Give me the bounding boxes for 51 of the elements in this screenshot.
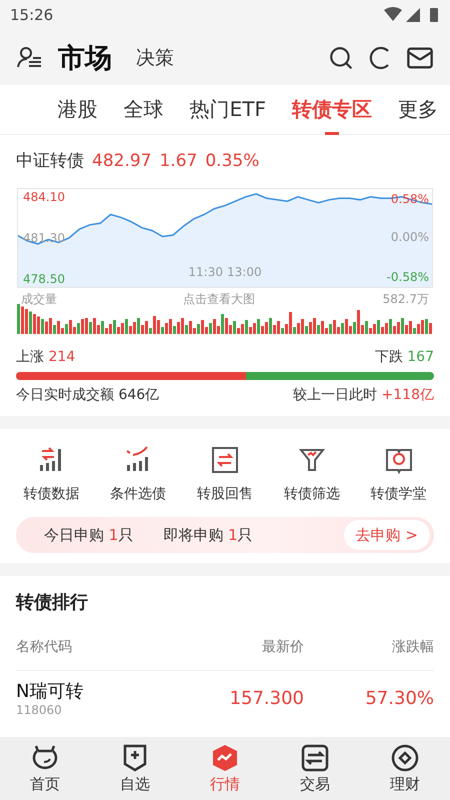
swap-icon xyxy=(210,445,240,475)
bond-name[interactable]: N瑞可转 xyxy=(16,679,194,703)
market-tab[interactable]: 转债专区 xyxy=(292,84,372,135)
axis-label: -0.58% xyxy=(386,270,429,284)
trade-icon xyxy=(300,743,330,773)
nav-tab[interactable]: 首页 xyxy=(10,743,80,794)
shortcut-button[interactable]: 转债数据 xyxy=(23,445,80,503)
shortcut-button[interactable]: 条件选债 xyxy=(110,445,166,503)
turnover-text: 今日实时成交额 646亿 xyxy=(16,386,160,404)
index-change: 1.67 xyxy=(159,151,198,171)
subscribe-button[interactable]: 去申购 > xyxy=(344,520,430,550)
search-icon[interactable] xyxy=(328,44,354,70)
volume-label: 成交量 xyxy=(21,291,57,308)
column-header: 涨跌幅 xyxy=(391,638,434,656)
time-label: 11:30 xyxy=(188,265,223,279)
bond-code: 118060 xyxy=(16,703,63,717)
nav-tab[interactable]: 交易 xyxy=(280,743,350,794)
index-name: 中证转债 xyxy=(16,150,84,172)
decision-tab[interactable]: 决策 xyxy=(136,44,174,70)
nav-tab[interactable]: 自选 xyxy=(100,743,170,794)
market-tab[interactable]: 热门ETF xyxy=(190,84,266,135)
nav-tab[interactable]: 理财 xyxy=(370,743,440,794)
time-label: 13:00 xyxy=(227,265,262,279)
bond-change: 57.30% xyxy=(364,688,434,708)
shortcut-button[interactable]: 转债学堂 xyxy=(370,445,427,503)
status-time: 15:26 xyxy=(10,6,54,24)
market-icon xyxy=(210,743,240,773)
section-title: 转债排行 xyxy=(16,591,89,615)
wealth-icon xyxy=(390,743,420,773)
market-tab[interactable]: 全球 xyxy=(124,84,164,135)
column-header: 名称代码 xyxy=(16,638,73,656)
today-subscription: 今日申购 1只 xyxy=(44,526,134,544)
market-tab[interactable]: 港股 xyxy=(58,84,98,135)
market-tab[interactable]: 更多 xyxy=(398,84,438,135)
axis-label: 484.10 xyxy=(23,190,65,204)
refresh-icon[interactable] xyxy=(368,44,392,70)
status-icons-drawing xyxy=(384,7,440,23)
axis-label: 0.00% xyxy=(390,230,429,244)
index-price: 482.97 xyxy=(92,151,152,171)
bond-price: 157.300 xyxy=(228,688,304,708)
upcoming-subscription: 即将申购 1只 xyxy=(163,526,253,544)
turnover-compare: 较上一日此时 +118亿 xyxy=(293,386,434,404)
column-header: 最新价 xyxy=(261,638,304,656)
shortcut-button[interactable]: 转债筛选 xyxy=(284,445,340,503)
page-title: 市场 xyxy=(58,42,112,76)
axis-label: 478.50 xyxy=(23,272,65,286)
shortcut-button[interactable]: 转股回售 xyxy=(196,445,253,503)
index-percent: 0.35% xyxy=(205,151,260,171)
volume-max: 582.7万 xyxy=(382,291,429,308)
rising-count: 上涨 214 xyxy=(16,348,76,366)
falling-count: 下跌 167 xyxy=(374,348,434,366)
